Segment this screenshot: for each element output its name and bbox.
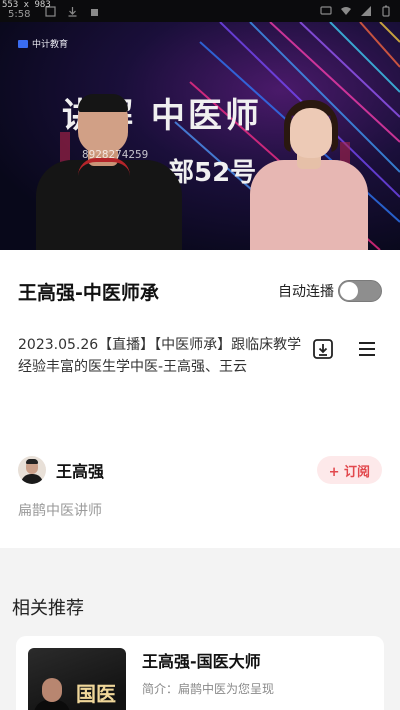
channel-logo: 中计教育 [18, 37, 68, 50]
autoplay-toggle[interactable] [338, 280, 382, 302]
signal-icon [360, 5, 372, 17]
video-subline: 部52号 [168, 158, 257, 188]
author-name[interactable]: 王高强 [56, 458, 104, 482]
recommend-section-title: 相关推荐 [12, 598, 84, 619]
download-icon[interactable] [312, 338, 334, 360]
battery-icon [380, 5, 392, 17]
download-notification-icon [66, 5, 78, 17]
cast-icon [320, 5, 332, 17]
bag-notification-icon [88, 5, 100, 17]
recommend-title[interactable]: 王高强-国医大师 [142, 648, 261, 672]
status-time: 5:58 [8, 8, 31, 20]
recommend-thumbnail[interactable]: 国医 [28, 648, 126, 710]
author-row: 王高强 + 订阅 [0, 452, 400, 488]
author-bio: 扁鹊中医讲师 [18, 503, 102, 519]
autoplay-control: 自动连播 [278, 280, 382, 302]
presenter-woman-head [290, 108, 332, 158]
autoplay-toggle-knob [340, 282, 358, 300]
video-description-row: 2023.05.26【直播】【中医师承】跟临床教学经验丰富的医生学中医-王高强、… [0, 334, 400, 394]
video-title: 王高强-中医师承 [18, 281, 159, 304]
status-icons-right [320, 5, 392, 17]
status-icons-left [44, 5, 100, 17]
status-bar: 553 x 983 5:58 [0, 0, 400, 22]
recommend-section: 相关推荐 国医 王高强-国医大师 简介：扁鹊中医为您呈现 [0, 548, 400, 710]
presenter-man-hair [78, 94, 128, 112]
menu-icon[interactable] [356, 338, 378, 360]
recommend-thumbnail-text: 国医 [76, 682, 116, 706]
recommend-intro: 简介：扁鹊中医为您呈现 [142, 682, 275, 696]
subscribe-button[interactable]: + 订阅 [316, 456, 382, 484]
app-screen: 553 x 983 5:58 中计教育 讲解 中医师 部52号 89282742… [0, 0, 400, 710]
wifi-icon [340, 5, 352, 17]
logo-mark-icon [18, 39, 28, 48]
resolution-label: 553 x 983 [2, 0, 51, 10]
recommend-card[interactable]: 国医 王高强-国医大师 简介：扁鹊中医为您呈现 [16, 636, 384, 710]
video-description: 2023.05.26【直播】【中医师承】跟临床教学经验丰富的医生学中医-王高强、… [18, 337, 302, 375]
video-player[interactable]: 中计教育 讲解 中医师 部52号 8928274259 [0, 22, 400, 250]
video-title-row: 王高强-中医师承 自动连播 [0, 250, 400, 332]
presenter-woman-body [250, 160, 368, 250]
author-avatar[interactable] [18, 456, 46, 484]
description-actions [312, 334, 382, 394]
video-watermark: 8928274259 [82, 148, 149, 161]
logo-text: 中计教育 [32, 40, 69, 50]
autoplay-label: 自动连播 [278, 284, 334, 300]
